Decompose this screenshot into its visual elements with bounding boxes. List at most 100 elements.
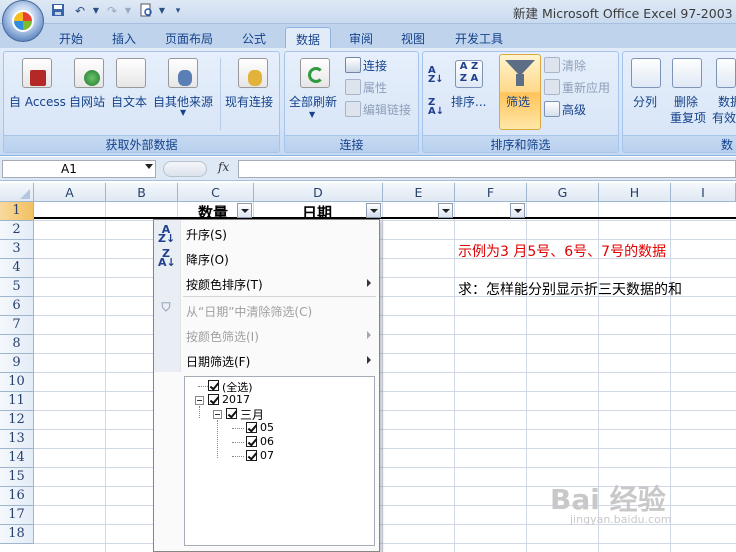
tree-connector: [198, 386, 208, 387]
menu-date-filters[interactable]: 日期筛选(F): [186, 353, 250, 370]
data-validation-icon: [716, 58, 736, 88]
tree-collapse-icon[interactable]: [195, 396, 204, 405]
remove-duplicates-label-2[interactable]: 重复项: [670, 109, 706, 126]
properties-button[interactable]: 属性: [363, 79, 387, 96]
column-header-a[interactable]: A: [34, 183, 106, 202]
checkbox-day-05[interactable]: [246, 422, 257, 433]
refresh-all-button[interactable]: 全部刷新: [289, 93, 337, 110]
tree-connector: [217, 420, 218, 458]
row-header[interactable]: 18: [0, 525, 34, 544]
data-validation-label-1[interactable]: 数据: [718, 93, 736, 110]
remove-duplicates-label-1[interactable]: 删除: [674, 93, 698, 110]
advanced-button[interactable]: 高级: [562, 101, 586, 118]
row-header[interactable]: 11: [0, 392, 34, 411]
name-box[interactable]: A1: [2, 160, 156, 178]
sort-button[interactable]: 排序...: [451, 93, 486, 110]
tab-data[interactable]: 数据: [285, 27, 331, 48]
note-question: 求：怎样能分别显示折三天数据的和: [458, 282, 682, 298]
menu-clear-filter[interactable]: 从“日期”中清除筛选(C): [186, 303, 312, 320]
row-header[interactable]: 8: [0, 335, 34, 354]
column-header-d[interactable]: D: [254, 183, 383, 202]
checkbox-day-06[interactable]: [246, 436, 257, 447]
group-label: 排序和筛选: [423, 135, 618, 152]
column-header-c[interactable]: C: [178, 183, 254, 202]
filter-dropdown-d[interactable]: [366, 203, 381, 218]
row-header[interactable]: 14: [0, 449, 34, 468]
save-icon[interactable]: [50, 3, 66, 19]
cylinder-icon: [248, 70, 262, 86]
checkbox-select-all[interactable]: [208, 380, 219, 391]
chevron-down-icon[interactable]: ▼: [88, 3, 104, 19]
tab-view[interactable]: 视图: [392, 27, 434, 48]
undo-icon[interactable]: ↶: [72, 3, 88, 19]
print-preview-icon[interactable]: [138, 3, 154, 19]
chevron-down-icon[interactable]: [145, 164, 153, 169]
clear-filter-icon: ⛉: [161, 300, 171, 314]
from-access-button[interactable]: 自 Access: [9, 93, 66, 110]
tab-home[interactable]: 开始: [50, 27, 92, 48]
tab-insert[interactable]: 插入: [103, 27, 145, 48]
chevron-down-icon[interactable]: ▼: [120, 3, 136, 19]
tab-developer[interactable]: 开发工具: [446, 27, 512, 48]
office-logo-icon: [12, 10, 34, 32]
reapply-button[interactable]: 重新应用: [562, 79, 610, 96]
column-header-i[interactable]: I: [671, 183, 736, 202]
row-header[interactable]: 5: [0, 278, 34, 297]
row-header[interactable]: 13: [0, 430, 34, 449]
checkbox-day-07[interactable]: [246, 450, 257, 461]
menu-sort-by-color[interactable]: 按颜色排序(T): [186, 276, 263, 293]
connections-button[interactable]: 连接: [363, 57, 387, 74]
existing-connections-button[interactable]: 现有连接: [225, 93, 273, 110]
filter-dropdown-f[interactable]: [510, 203, 525, 218]
row-header[interactable]: 6: [0, 297, 34, 316]
filter-dropdown-c[interactable]: [237, 203, 252, 218]
checkbox-month-march[interactable]: [226, 408, 237, 419]
column-header-h[interactable]: H: [599, 183, 671, 202]
row-header[interactable]: 9: [0, 354, 34, 373]
from-text-button[interactable]: 自文本: [111, 93, 147, 110]
column-header-g[interactable]: G: [527, 183, 599, 202]
row-header[interactable]: 15: [0, 468, 34, 487]
checkbox-year-2017[interactable]: [208, 394, 219, 405]
row-header[interactable]: 4: [0, 259, 34, 278]
tree-connector: [232, 428, 244, 429]
tab-page-layout[interactable]: 页面布局: [156, 27, 222, 48]
row-header[interactable]: 2: [0, 221, 34, 240]
row-header[interactable]: 17: [0, 506, 34, 525]
tab-review[interactable]: 审阅: [340, 27, 382, 48]
office-button[interactable]: [2, 0, 44, 42]
formula-input[interactable]: [238, 160, 736, 178]
clear-button[interactable]: 清除: [562, 57, 586, 74]
sort-ascending-icon[interactable]: A Z↓: [428, 66, 444, 85]
from-web-button[interactable]: 自网站: [69, 93, 105, 110]
sort-descending-icon[interactable]: Z A↓: [428, 98, 444, 117]
tree-collapse-icon[interactable]: [213, 410, 222, 419]
row-header[interactable]: 10: [0, 373, 34, 392]
column-header-b[interactable]: B: [106, 183, 178, 202]
row-header[interactable]: 1: [0, 202, 34, 221]
formula-expand-handle[interactable]: [163, 161, 207, 177]
chevron-down-icon[interactable]: ▼: [180, 108, 186, 117]
menu-filter-by-color[interactable]: 按颜色筛选(I): [186, 328, 259, 345]
menu-sort-ascending[interactable]: 升序(S): [186, 226, 227, 243]
chevron-down-icon[interactable]: ▼: [309, 110, 315, 119]
row-header[interactable]: 3: [0, 240, 34, 259]
filter-dropdown-e[interactable]: [438, 203, 453, 218]
row-header[interactable]: 7: [0, 316, 34, 335]
globe-icon: [84, 70, 100, 86]
column-header-f[interactable]: F: [455, 183, 527, 202]
function-icon[interactable]: fx: [218, 160, 229, 174]
row-header[interactable]: 16: [0, 487, 34, 506]
data-validation-label-2[interactable]: 有效: [712, 109, 736, 126]
chevron-down-icon[interactable]: ▼: [154, 3, 170, 19]
redo-icon[interactable]: ↷: [104, 3, 120, 19]
row-header[interactable]: 12: [0, 411, 34, 430]
menu-sort-descending[interactable]: 降序(O): [186, 251, 229, 268]
column-header-e[interactable]: E: [383, 183, 455, 202]
tab-formulas[interactable]: 公式: [233, 27, 275, 48]
group-label: 获取外部数据: [4, 135, 279, 152]
edit-links-button[interactable]: 编辑链接: [363, 101, 411, 118]
customize-icon[interactable]: ▾: [170, 3, 186, 19]
selected-row-highlight: [34, 202, 736, 219]
text-to-columns-button[interactable]: 分列: [633, 93, 657, 110]
